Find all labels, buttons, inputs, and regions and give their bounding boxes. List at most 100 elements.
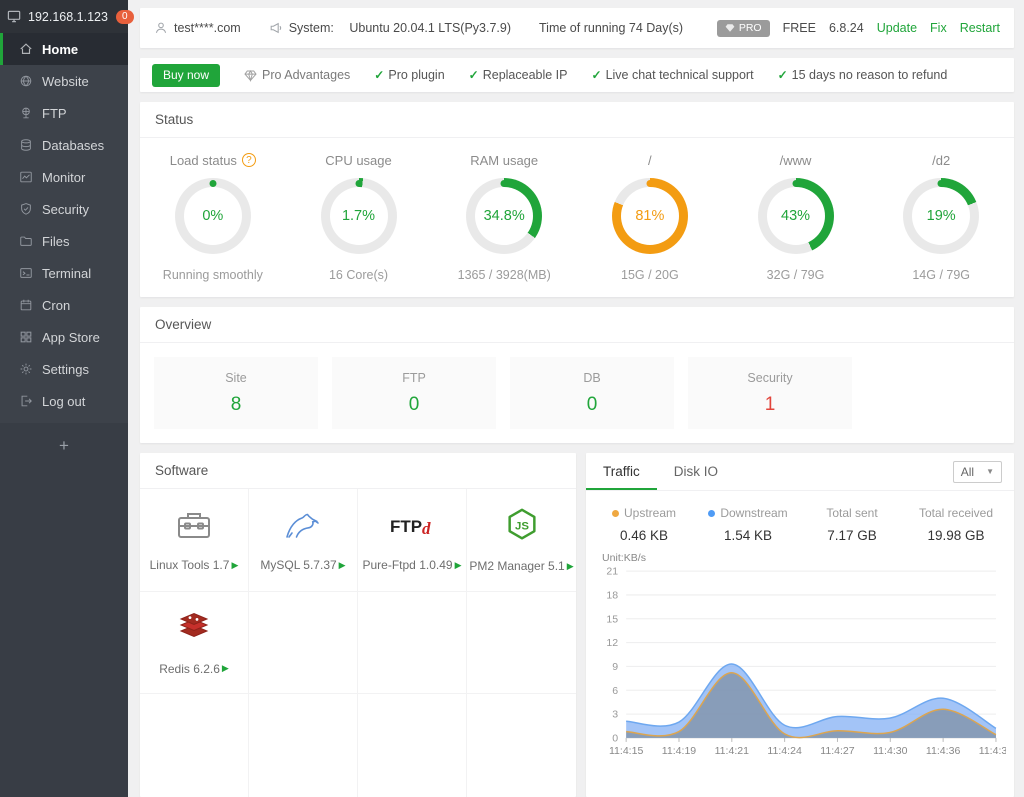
bottom-row: Software Linux Tools 1.7▶ MySQL 5.7.37▶ … [140, 453, 1014, 797]
tab-disk-io[interactable]: Disk IO [657, 453, 735, 490]
traffic-filter-select[interactable]: All ▼ [953, 461, 1002, 483]
buy-now-button[interactable]: Buy now [152, 64, 220, 87]
software-app-name: MySQL 5.7.37 [260, 558, 336, 572]
svg-text:11:4:39: 11:4:39 [979, 745, 1006, 757]
gem-icon [725, 23, 735, 33]
card-ftp[interactable]: FTP 0 [332, 357, 496, 429]
ftp-logo-icon: FTPd [386, 507, 438, 548]
gauge-label: /d2 [932, 153, 950, 168]
add-menu-button[interactable]: + [0, 423, 128, 797]
card-db[interactable]: DB 0 [510, 357, 674, 429]
tab-traffic[interactable]: Traffic [586, 453, 657, 490]
sidebar-item-home[interactable]: Home [0, 33, 128, 65]
gauge-subtext: 15G / 20G [621, 268, 679, 282]
monitor-chart-icon [19, 170, 33, 184]
software-app-pm2[interactable]: JS PM2 Manager 5.1▶ [467, 489, 576, 592]
play-icon: ▶ [222, 663, 229, 674]
ftp-globe-icon [19, 106, 33, 120]
software-cell-empty [467, 592, 576, 695]
card-security[interactable]: Security 1 [688, 357, 852, 429]
status-panel: Status Load status? 0% Running smoothly … [140, 102, 1014, 297]
sidebar-item-files[interactable]: Files [0, 225, 128, 257]
system-info: System: Ubuntu 20.04.1 LTS(Py3.7.9) [269, 21, 511, 35]
gauge-disk-www[interactable]: /www 43% 32G / 79G [723, 150, 869, 282]
fix-link[interactable]: Fix [930, 21, 947, 35]
traffic-stats: Upstream 0.46 KB Downstream 1.54 KB Tota… [586, 491, 1014, 547]
software-app-pure-ftpd[interactable]: FTPd Pure-Ftpd 1.0.49▶ [358, 489, 467, 592]
gauge-label: RAM usage [470, 153, 538, 168]
stat-upstream: Upstream 0.46 KB [592, 506, 696, 543]
gauges-row: Load status? 0% Running smoothly CPU usa… [140, 138, 1014, 297]
sidebar-item-settings[interactable]: Settings [0, 353, 128, 385]
gauge-disk-root[interactable]: / 81% 15G / 20G [577, 150, 723, 282]
gear-icon [19, 362, 33, 376]
gauge-disk-d2[interactable]: /d2 19% 14G / 79G [868, 150, 1014, 282]
downstream-dot-icon [708, 510, 715, 517]
pro-badge-label: PRO [739, 22, 762, 34]
sidebar-item-security[interactable]: Security [0, 193, 128, 225]
sidebar-item-terminal[interactable]: Terminal [0, 257, 128, 289]
gauge-value: 81% [635, 208, 664, 224]
stat-value: 1.54 KB [696, 528, 800, 543]
svg-text:15: 15 [606, 613, 618, 625]
gem-icon [244, 69, 257, 82]
gauge-subtext: 14G / 79G [912, 268, 970, 282]
svg-text:6: 6 [612, 685, 618, 697]
sidebar-item-databases[interactable]: Databases [0, 129, 128, 161]
sidebar-item-monitor[interactable]: Monitor [0, 161, 128, 193]
software-app-name: Linux Tools 1.7 [150, 558, 230, 572]
redis-stack-icon [173, 609, 215, 652]
toolbox-icon [174, 507, 214, 548]
svg-text:JS: JS [515, 521, 529, 533]
sidebar-item-app-store[interactable]: App Store [0, 321, 128, 353]
server-selector[interactable]: 192.168.1.123 0 [0, 0, 128, 33]
gauge-value: 1.7% [342, 208, 375, 224]
gauge-subtext: 32G / 79G [767, 268, 825, 282]
software-cell-empty [249, 592, 358, 695]
gauge-label: /www [780, 153, 812, 168]
card-label: DB [583, 371, 600, 385]
traffic-chart: 03691215182111:4:1511:4:1911:4:2111:4:24… [586, 547, 1014, 797]
promo-feature-label: Replaceable IP [483, 68, 568, 82]
sidebar-item-website[interactable]: Website [0, 65, 128, 97]
update-link[interactable]: Update [877, 21, 917, 35]
stat-value: 19.98 GB [904, 528, 1008, 543]
restart-link[interactable]: Restart [960, 21, 1000, 35]
pro-badge[interactable]: PRO [717, 20, 770, 37]
check-icon: ✓ [592, 68, 602, 82]
svg-text:18: 18 [606, 589, 618, 601]
software-app-name: Redis 6.2.6 [159, 662, 220, 676]
stat-label: Total sent [826, 506, 877, 520]
card-site[interactable]: Site 8 [154, 357, 318, 429]
sidebar-item-label: Files [42, 234, 69, 249]
card-value: 1 [765, 394, 776, 416]
svg-text:11:4:15: 11:4:15 [609, 745, 644, 757]
traffic-tabs: Traffic Disk IO All ▼ [586, 453, 1014, 491]
sidebar-item-ftp[interactable]: FTP [0, 97, 128, 129]
sidebar-item-label: FTP [42, 106, 67, 121]
account-info[interactable]: test****.com [154, 21, 241, 35]
upstream-dot-icon [612, 510, 619, 517]
globe-icon [19, 74, 33, 88]
play-icon: ▶ [567, 561, 574, 572]
software-app-mysql[interactable]: MySQL 5.7.37▶ [249, 489, 358, 592]
gauge-ram-usage: RAM usage 34.8% 1365 / 3928(MB) [431, 150, 577, 282]
announcement-icon [269, 21, 283, 35]
sidebar-item-label: Security [42, 202, 89, 217]
svg-text:3: 3 [612, 709, 618, 721]
promo-feature: ✓15 days no reason to refund [778, 68, 948, 82]
software-title: Software [140, 453, 576, 489]
gauge-value: 43% [781, 208, 810, 224]
gauge-label: CPU usage [325, 153, 391, 168]
help-icon[interactable]: ? [242, 153, 256, 167]
svg-text:11:4:19: 11:4:19 [662, 745, 697, 757]
sidebar-item-log-out[interactable]: Log out [0, 385, 128, 417]
promo-feature: ✓Live chat technical support [592, 68, 754, 82]
software-app-linux-tools[interactable]: Linux Tools 1.7▶ [140, 489, 249, 592]
sidebar-item-cron[interactable]: Cron [0, 289, 128, 321]
server-ip: 192.168.1.123 [28, 10, 108, 24]
software-app-redis[interactable]: Redis 6.2.6▶ [140, 592, 249, 695]
gauge-subtext: 1365 / 3928(MB) [458, 268, 551, 282]
svg-text:11:4:21: 11:4:21 [715, 745, 750, 757]
pro-advantages[interactable]: Pro Advantages [244, 68, 350, 82]
